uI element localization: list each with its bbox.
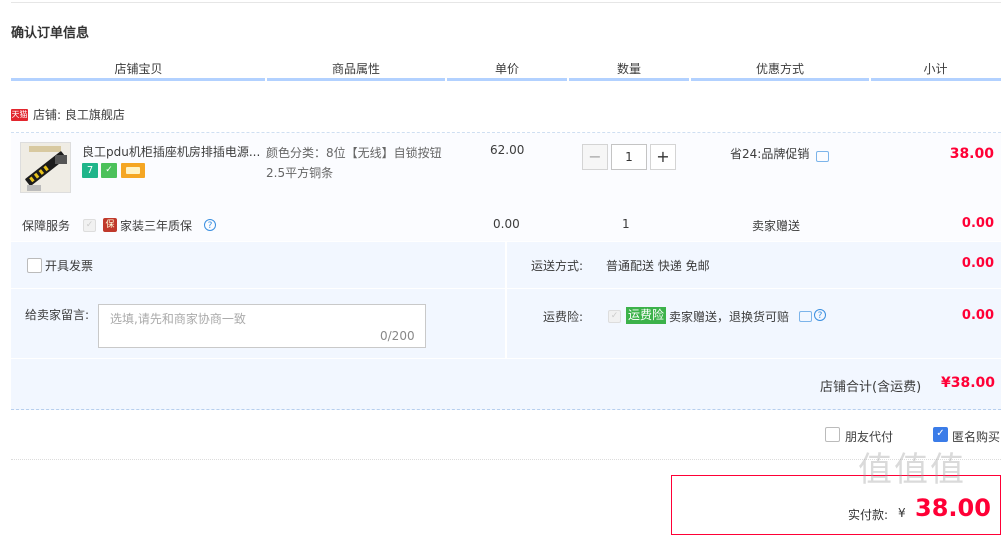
payment-currency: ¥ [898,506,906,520]
quantity-input[interactable]: 1 [611,144,647,170]
insurance-desc: 卖家赠送，退换货可赔 [669,310,790,324]
column-header-unit-price: 单价 [494,62,519,76]
header-separator [265,78,267,81]
shop-total-value: ¥38.00 [940,375,995,391]
friend-pay-checkbox[interactable] [825,427,840,442]
shipping-amount: 0.00 [961,256,994,271]
guarantee-icon: ✓ [101,163,117,178]
tmall-icon: 天猫 [11,109,28,121]
column-header-shop-item: 店铺宝贝 [114,62,163,76]
invoice-checkbox[interactable] [27,258,42,273]
column-header-attributes: 商品属性 [331,62,380,76]
insurance-badge: 运费险 [626,307,667,324]
insurance-detail-icon[interactable] [799,311,812,322]
unit-price: 62.00 [490,143,525,157]
quantity-decrease-button[interactable]: − [582,144,608,170]
item-subtotal: 38.00 [949,146,994,162]
credit-card-icon [121,163,145,178]
payment-amount: 38.00 [915,494,991,522]
shop-total-label: 店铺合计(含运费) [820,380,922,395]
quantity-increase-button[interactable]: + [650,144,676,170]
insurance-help-icon[interactable]: ? [814,309,826,321]
warranty-icon: 保 [103,218,117,232]
column-header-subtotal: 小计 [923,62,948,76]
panel-divider [507,288,1001,289]
header-underline [11,78,1001,81]
insurance-checkbox: ✓ [608,310,621,323]
panel-divider [11,288,505,289]
service-name: 家装三年质保 [120,219,193,233]
service-quantity: 1 [622,217,630,231]
message-char-count: 0/200 [380,329,415,343]
attr-color: 颜色分类：8位【无线】自锁按钮 [266,146,442,160]
header-separator [689,78,691,81]
product-thumbnail[interactable] [20,142,71,193]
header-separator [567,78,569,81]
anonymous-checkbox[interactable]: ✓ [933,427,948,442]
shipping-label: 运送方式: [531,259,584,273]
watermark-logo: 值值值 [858,450,966,490]
column-header-discount: 优惠方式 [755,62,804,76]
promotion-text: 省24:品牌促销 [730,147,810,161]
shipping-method[interactable]: 普通配送 快递 免邮 [606,257,710,274]
power-strip-image [21,143,70,192]
top-divider [11,2,1001,3]
page-title: 确认订单信息 [11,26,90,41]
product-attributes: 颜色分类：8位【无线】自锁按钮 2.5平方铜条 [266,143,456,183]
header-separator [869,78,871,81]
payment-label: 实付款: [848,508,889,522]
seven-day-return-icon: 7 [82,163,98,178]
insurance-amount: 0.00 [961,308,994,323]
column-header-quantity: 数量 [616,62,641,76]
product-title-link[interactable]: 良工pdu机柜插座机房排插电源... [82,143,262,160]
service-label: 保障服务 [22,219,71,233]
service-subtotal: 0.00 [961,216,994,231]
promo-detail-icon[interactable] [816,151,829,162]
invoice-label[interactable]: 开具发票 [45,257,93,274]
service-promo: 卖家赠送 [752,219,801,233]
insurance-label: 运费险: [543,310,584,324]
service-price: 0.00 [493,217,520,231]
service-checkbox: ✓ [83,219,96,232]
message-label: 给卖家留言: [25,308,90,322]
help-icon[interactable]: ? [204,219,216,231]
shop-name-link[interactable]: 店铺: 良工旗舰店 [33,106,125,123]
options-divider [11,459,1001,460]
message-placeholder: 选填,请先和商家协商一致 [110,312,246,326]
header-separator [445,78,447,81]
attr-spec: 2.5平方铜条 [266,166,334,180]
